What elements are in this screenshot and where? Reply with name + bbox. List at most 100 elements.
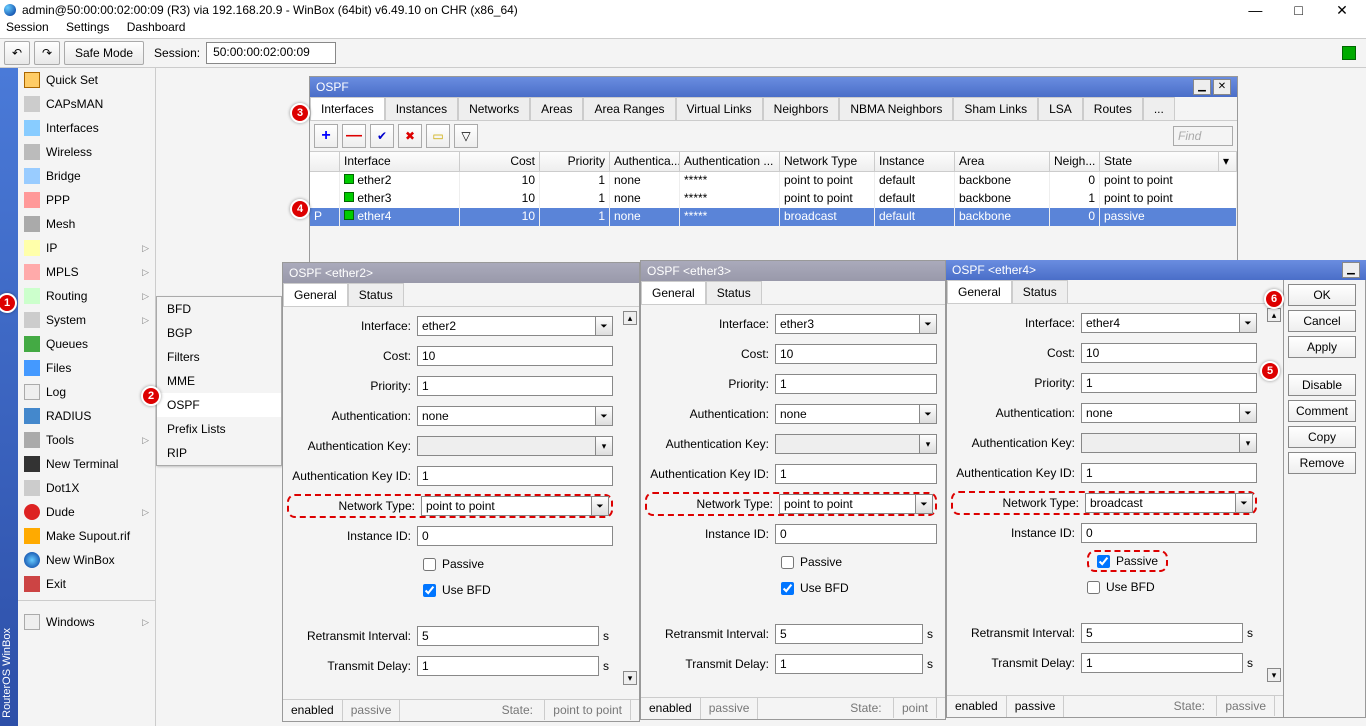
disable-button[interactable]: Disable (1288, 374, 1356, 396)
safe-mode-button[interactable]: Safe Mode (64, 41, 144, 65)
submenu-item[interactable]: Filters (157, 345, 281, 369)
remove-button[interactable]: — (342, 124, 366, 148)
undo-button[interactable]: ↶ (4, 41, 30, 65)
sidebar-item[interactable]: Mesh (18, 212, 155, 236)
retransmit-field[interactable] (1081, 623, 1243, 643)
tab[interactable]: LSA (1038, 97, 1083, 120)
col-ntype[interactable]: Network Type (780, 152, 875, 171)
authkey-field[interactable] (417, 436, 613, 456)
minimize-icon[interactable]: ▁ (1193, 79, 1211, 95)
up-arrow-icon[interactable]: ▴ (623, 311, 637, 325)
close-button[interactable]: ✕ (1322, 2, 1362, 19)
tab[interactable]: NBMA Neighbors (839, 97, 953, 120)
sidebar-item[interactable]: Tools▷ (18, 428, 155, 452)
usebfd-checkbox[interactable] (1087, 581, 1100, 594)
dropdown-icon[interactable]: ⏷ (595, 406, 613, 426)
close-icon[interactable]: ✕ (1213, 79, 1231, 95)
sidebar-item[interactable]: Exit (18, 572, 155, 596)
add-button[interactable]: + (314, 124, 338, 148)
menu-dashboard[interactable]: Dashboard (127, 20, 186, 34)
dropdown-icon[interactable]: ⏷ (595, 316, 613, 336)
col-authkey[interactable]: Authentication ... (680, 152, 780, 171)
sidebar-item[interactable]: IP▷ (18, 236, 155, 260)
cost-field[interactable] (1081, 343, 1257, 363)
instid-field[interactable] (775, 524, 937, 544)
tab[interactable]: Area Ranges (583, 97, 675, 120)
col-priority[interactable]: Priority (540, 152, 610, 171)
tab-more[interactable]: ... (1143, 97, 1175, 120)
transmit-field[interactable] (1081, 653, 1243, 673)
ntype-field[interactable] (779, 494, 933, 514)
ntype-field[interactable] (1085, 493, 1253, 513)
usebfd-checkbox[interactable] (781, 582, 794, 595)
col-cost[interactable]: Cost (460, 152, 540, 171)
window-title[interactable]: OSPF <ether2> (283, 263, 639, 283)
filter-button[interactable]: ▽ (454, 124, 478, 148)
auth-field[interactable] (1081, 403, 1257, 423)
sidebar-item[interactable]: Dot1X (18, 476, 155, 500)
sidebar-item[interactable]: Interfaces (18, 116, 155, 140)
tab-status[interactable]: Status (706, 281, 762, 304)
tab-general[interactable]: General (947, 280, 1012, 303)
retransmit-field[interactable] (417, 626, 599, 646)
sidebar-item[interactable]: Queues (18, 332, 155, 356)
disable-button[interactable]: ✖ (398, 124, 422, 148)
sidebar-item[interactable]: Dude▷ (18, 500, 155, 524)
dropdown-icon[interactable]: ▾ (595, 436, 613, 456)
find-input[interactable]: Find (1173, 126, 1233, 146)
col-auth[interactable]: Authentica... (610, 152, 680, 171)
sidebar-item[interactable]: Make Supout.rif (18, 524, 155, 548)
interface-field[interactable] (417, 316, 613, 336)
tab-general[interactable]: General (283, 283, 348, 306)
tab-status[interactable]: Status (1012, 280, 1068, 303)
grid-row-selected[interactable]: P ether4 10 1 none ***** broadcast defau… (310, 208, 1237, 226)
authkey-field[interactable] (1081, 433, 1257, 453)
col-instance[interactable]: Instance (875, 152, 955, 171)
sidebar-item[interactable]: Quick Set (18, 68, 155, 92)
tab[interactable]: Sham Links (953, 97, 1038, 120)
interface-field[interactable] (1081, 313, 1257, 333)
transmit-field[interactable] (417, 656, 599, 676)
redo-button[interactable]: ↷ (34, 41, 60, 65)
transmit-field[interactable] (775, 654, 923, 674)
cost-field[interactable] (417, 346, 613, 366)
ok-button[interactable]: OK (1288, 284, 1356, 306)
sidebar-item[interactable]: Wireless (18, 140, 155, 164)
sidebar-item[interactable]: Files (18, 356, 155, 380)
minimize-icon[interactable]: ▁ (1342, 262, 1360, 278)
copy-button[interactable]: Copy (1288, 426, 1356, 448)
usebfd-checkbox[interactable] (423, 584, 436, 597)
instid-field[interactable] (1081, 523, 1257, 543)
comment-button[interactable]: Comment (1288, 400, 1356, 422)
tab-interfaces[interactable]: Interfaces (310, 97, 385, 120)
dropdown-icon[interactable]: ⏷ (591, 496, 609, 516)
remove-button[interactable]: Remove (1288, 452, 1356, 474)
priority-field[interactable] (1081, 373, 1257, 393)
submenu-item[interactable]: Prefix Lists (157, 417, 281, 441)
sidebar-item[interactable]: Windows▷ (18, 610, 155, 634)
sidebar-item[interactable]: System▷ (18, 308, 155, 332)
sidebar-item[interactable]: CAPsMAN (18, 92, 155, 116)
menu-settings[interactable]: Settings (66, 20, 109, 34)
maximize-button[interactable]: □ (1279, 2, 1319, 18)
ospf-window-title[interactable]: OSPF ▁✕ (310, 77, 1237, 97)
col-menu[interactable]: ▾ (1219, 152, 1237, 171)
apply-button[interactable]: Apply (1288, 336, 1356, 358)
enable-button[interactable]: ✔ (370, 124, 394, 148)
window-title[interactable]: OSPF <ether4>▁ (946, 260, 1366, 280)
passive-checkbox[interactable] (423, 558, 436, 571)
authkeyid-field[interactable] (417, 466, 613, 486)
tab-status[interactable]: Status (348, 283, 404, 306)
sidebar-item[interactable]: New WinBox (18, 548, 155, 572)
tab[interactable]: Routes (1083, 97, 1143, 120)
auth-field[interactable] (417, 406, 613, 426)
passive-checkbox[interactable] (1097, 555, 1110, 568)
tab[interactable]: Areas (530, 97, 583, 120)
priority-field[interactable] (775, 374, 937, 394)
tab[interactable]: Instances (385, 97, 458, 120)
priority-field[interactable] (417, 376, 613, 396)
tab-general[interactable]: General (641, 281, 706, 304)
window-title[interactable]: OSPF <ether3> (641, 261, 945, 281)
submenu-item[interactable]: BFD (157, 297, 281, 321)
down-arrow-icon[interactable]: ▾ (623, 671, 637, 685)
